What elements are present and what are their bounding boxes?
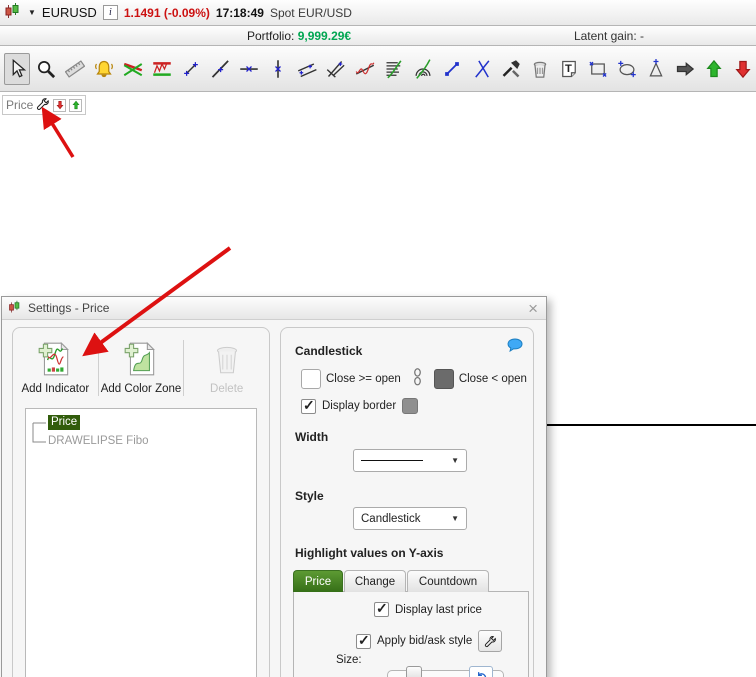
display-last-price-checkbox[interactable] — [374, 600, 389, 617]
width-dropdown[interactable]: ▼ — [353, 449, 467, 472]
tool-rectangle-icon[interactable] — [585, 53, 611, 85]
link-colors-icon[interactable] — [412, 366, 423, 391]
svg-text:T: T — [565, 63, 572, 75]
tool-polyline-icon[interactable] — [352, 53, 378, 85]
style-dropdown[interactable]: Candlestick ▼ — [353, 507, 467, 530]
line-width-preview — [361, 460, 423, 461]
candlestick-heading: Candlestick — [295, 344, 363, 358]
tool-short-trend-line-icon[interactable] — [178, 53, 204, 85]
green-up-arrow-icon[interactable] — [69, 98, 83, 112]
tree-item-price[interactable]: Price — [48, 415, 81, 430]
latent-gain-label: Latent gain: — [573, 29, 637, 43]
series-label: Price — [6, 98, 34, 112]
delete-label: Delete — [210, 383, 244, 395]
width-heading: Width — [295, 430, 329, 444]
add-color-zone-label: Add Color Zone — [100, 383, 182, 395]
red-down-arrow-icon[interactable] — [53, 98, 67, 112]
add-indicator-button[interactable]: Add Indicator — [13, 336, 98, 400]
tool-text-icon[interactable]: T — [556, 53, 582, 85]
style-value: Candlestick — [361, 512, 421, 525]
tab-change[interactable]: Change — [344, 570, 406, 592]
close-ge-open-swatch[interactable] — [301, 368, 321, 389]
comment-icon[interactable] — [507, 338, 523, 355]
tool-fib-retracement-icon[interactable] — [381, 53, 407, 85]
tool-pattern-lines-icon[interactable] — [120, 53, 146, 85]
highlight-heading: Highlight values on Y-axis — [295, 546, 444, 560]
tool-zoom-icon[interactable] — [33, 53, 59, 85]
series-chip: Price — [2, 95, 87, 115]
settings-dialog: Settings - Price × Add Indicator Add Col… — [1, 296, 547, 677]
tree-item-drawelipse-fibo[interactable]: DRAWELIPSE Fibo — [48, 434, 149, 449]
tab-countdown[interactable]: Countdown — [407, 570, 489, 592]
time-label: 17:18:49 — [215, 5, 264, 20]
price-line[interactable] — [545, 424, 756, 426]
indicator-tree: Price DRAWELIPSE Fibo — [25, 408, 257, 677]
chevron-down-icon: ▼ — [451, 456, 459, 465]
tool-delete-icon[interactable] — [527, 53, 553, 85]
tool-ruler-icon[interactable] — [62, 53, 88, 85]
tool-crossed-lines-icon[interactable] — [469, 53, 495, 85]
add-indicator-label: Add Indicator — [21, 383, 90, 395]
tool-cursor-icon[interactable] — [4, 52, 31, 85]
tool-trend-line-icon[interactable] — [207, 53, 233, 85]
tool-pitchfork-icon[interactable] — [323, 53, 349, 85]
bidask-style-wrench-button[interactable] — [478, 630, 503, 652]
tool-ellipse-icon[interactable] — [614, 53, 640, 85]
style-heading: Style — [295, 489, 324, 503]
price-tab-panel: Display last price Apply bid/ask style S… — [293, 591, 529, 677]
portfolio-value: 9,999.29€ — [297, 29, 352, 43]
instrument-bar: ▼ EURUSD i 1.1491 (-0.09%) 17:18:49 Spot… — [0, 0, 756, 26]
tool-fib-arcs-icon[interactable] — [410, 53, 436, 85]
close-lt-open-swatch[interactable] — [433, 368, 454, 389]
tool-segment-icon[interactable] — [439, 53, 465, 85]
candlestick-icon — [4, 2, 22, 23]
tool-horizontal-line-icon[interactable] — [236, 53, 262, 85]
candlestick-icon — [8, 300, 22, 317]
trading-platform-window: ▼ EURUSD i 1.1491 (-0.09%) 17:18:49 Spot… — [0, 0, 756, 677]
chevron-down-icon: ▼ — [451, 514, 459, 523]
indicator-list-panel: Add Indicator Add Color Zone Delete Pric… — [12, 327, 270, 677]
tool-forward-arrow-icon[interactable] — [672, 53, 698, 85]
tool-sell-arrow-icon[interactable] — [730, 53, 756, 85]
close-ge-open-label: Close >= open — [326, 372, 401, 385]
tool-tools-icon[interactable] — [498, 53, 524, 85]
apply-bidask-label: Apply bid/ask style — [377, 635, 473, 647]
trash-icon — [208, 340, 246, 381]
instrument-description: Spot EUR/USD — [269, 5, 352, 20]
drawing-toolbar: T — [0, 46, 756, 92]
info-icon[interactable]: i — [102, 5, 118, 20]
add-indicator-icon — [36, 340, 74, 381]
tool-vertical-line-icon[interactable] — [265, 53, 291, 85]
add-color-zone-icon — [122, 340, 160, 381]
price-change-label: 1.1491 (-0.09%) — [123, 5, 210, 20]
size-slider-handle[interactable] — [406, 666, 422, 677]
candlestick-settings-panel: Candlestick Close >= open Close < open D… — [280, 327, 534, 677]
symbol-label[interactable]: EURUSD — [42, 5, 97, 20]
wrench-icon[interactable] — [36, 97, 50, 114]
delete-button: Delete — [184, 336, 269, 400]
size-label: Size: — [336, 654, 362, 666]
close-icon[interactable]: × — [528, 300, 538, 317]
latent-gain-value: - — [640, 29, 644, 43]
tool-peaks-pattern-icon[interactable] — [149, 53, 175, 85]
dialog-title: Settings - Price — [28, 301, 110, 315]
tool-price-alert-icon[interactable] — [91, 53, 117, 85]
portfolio-label: Portfolio: — [247, 29, 295, 43]
tool-channel-icon[interactable] — [294, 53, 320, 85]
display-border-label: Display border — [322, 400, 397, 412]
border-color-swatch[interactable] — [402, 398, 419, 414]
tab-price[interactable]: Price — [293, 570, 343, 592]
chevron-down-icon[interactable]: ▼ — [28, 8, 36, 17]
tool-buy-arrow-icon[interactable] — [701, 53, 727, 85]
reset-size-button[interactable] — [469, 666, 493, 677]
display-border-checkbox[interactable] — [301, 397, 316, 414]
portfolio-bar: Portfolio: 9,999.29€ Latent gain: - — [0, 26, 756, 46]
display-last-price-label: Display last price — [395, 603, 482, 616]
tool-triangle-icon[interactable] — [643, 53, 669, 85]
add-color-zone-button[interactable]: Add Color Zone — [99, 336, 184, 400]
close-lt-open-label: Close < open — [458, 372, 527, 385]
apply-bidask-checkbox[interactable] — [356, 632, 371, 649]
dialog-titlebar[interactable]: Settings - Price × — [2, 297, 546, 320]
